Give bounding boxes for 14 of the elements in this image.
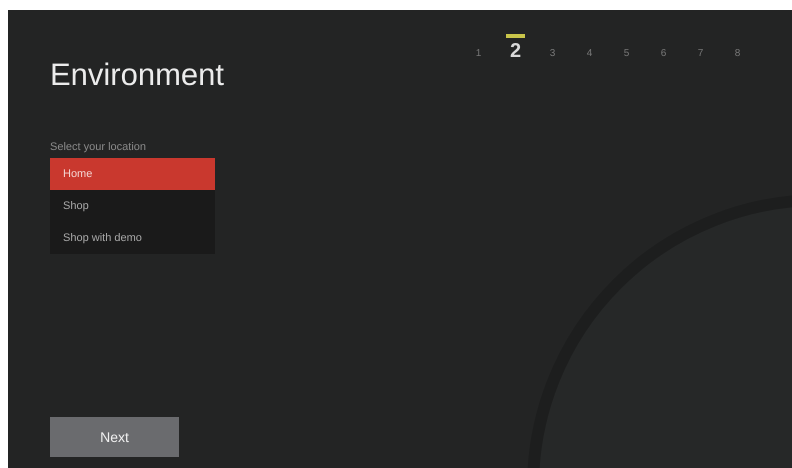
location-option[interactable]: Shop with demo xyxy=(50,222,215,254)
location-option[interactable]: Home xyxy=(50,158,215,190)
step-number: 3 xyxy=(550,49,556,61)
step-number: 5 xyxy=(624,49,630,61)
step-number: 6 xyxy=(660,49,666,61)
step-number: 1 xyxy=(476,49,482,61)
step-number: 8 xyxy=(734,49,740,61)
next-button[interactable]: Next xyxy=(50,417,179,457)
step-number: 7 xyxy=(698,49,704,61)
location-option[interactable]: Shop xyxy=(50,190,215,222)
location-label: Select your location xyxy=(50,140,147,155)
page-title: Environment xyxy=(50,56,224,94)
step-number: 4 xyxy=(586,49,592,61)
step-number: 2 xyxy=(506,34,526,61)
